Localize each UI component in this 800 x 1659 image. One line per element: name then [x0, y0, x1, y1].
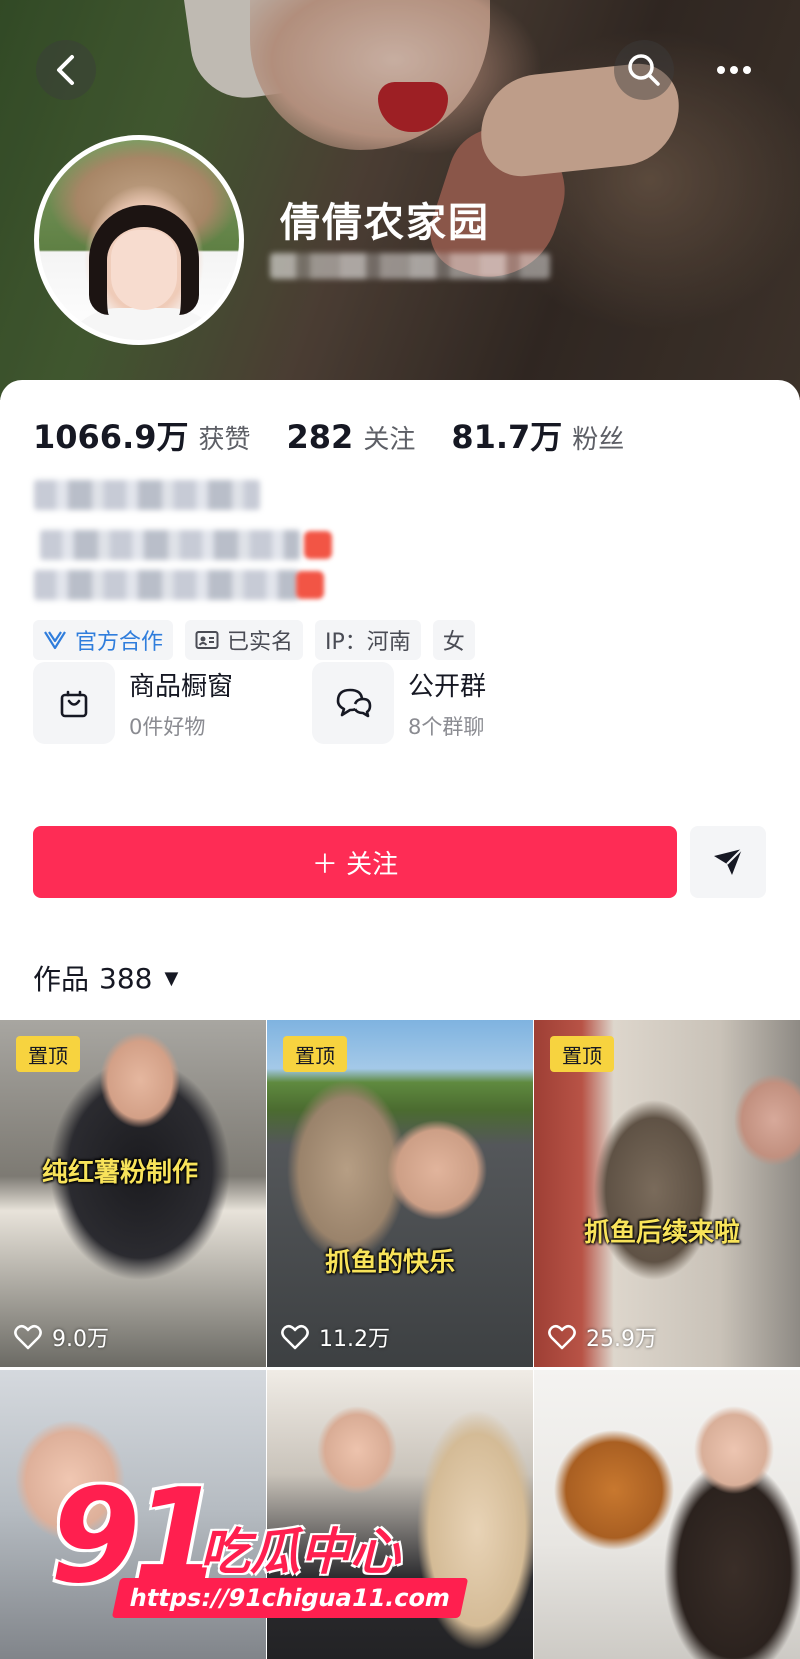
share-button[interactable]: [690, 826, 766, 898]
douyin-id-blurred: [270, 253, 550, 279]
followers-count[interactable]: 81.7万: [451, 412, 562, 458]
showcase-subtitle: 0件好物: [129, 714, 206, 739]
watermark-text: 吃瓜中心: [200, 1523, 400, 1581]
video-caption: 抓鱼后续来啦: [584, 1218, 741, 1248]
verified-tag[interactable]: 已实名: [185, 620, 304, 660]
group-subtitle: 8个群聊: [408, 714, 485, 739]
avatar[interactable]: [34, 135, 244, 345]
video-tile[interactable]: [534, 1370, 800, 1659]
followers-label: 粉丝: [572, 425, 625, 455]
heart-outline-icon: [281, 1324, 309, 1350]
search-icon: [628, 54, 660, 86]
heart-emoji-icon: [304, 531, 332, 559]
tag-row: 官方合作 已实名 IP：河南 女: [33, 620, 475, 660]
stats-row: 1066.9万 获赞 282 关注 81.7万 粉丝: [33, 412, 660, 458]
more-dots-icon: [717, 66, 751, 74]
shopping-bag-icon: [60, 690, 88, 718]
id-card-icon: [195, 631, 219, 649]
official-partner-icon: [44, 631, 66, 650]
paper-plane-icon: [714, 848, 743, 875]
pinned-badge: 置顶: [283, 1036, 347, 1072]
pinned-badge: 置顶: [16, 1036, 80, 1072]
heart-emoji-icon: [296, 571, 324, 599]
video-likes: 25.9万: [548, 1321, 657, 1353]
works-label: 作品: [33, 963, 90, 996]
search-button[interactable]: [614, 40, 674, 100]
video-caption: 抓鱼的快乐: [325, 1248, 456, 1278]
nickname: 倩倩农家园: [280, 200, 490, 246]
bio-line-blurred: [34, 570, 299, 600]
site-watermark: 91 吃瓜中心 https://91chigua11.com: [50, 1460, 469, 1630]
official-partner-tag[interactable]: 官方合作: [33, 620, 174, 660]
video-likes: 11.2万: [281, 1321, 390, 1353]
more-button[interactable]: [704, 40, 764, 100]
caret-down-icon: ▼: [164, 967, 179, 989]
video-tile[interactable]: 置顶 纯红薯粉制作 9.0万: [0, 1020, 266, 1367]
product-showcase-entry[interactable]: 商品橱窗 0件好物: [33, 662, 233, 744]
gender-tag: 女: [432, 620, 475, 660]
chat-bubbles-icon: [336, 688, 372, 718]
following-label: 关注: [363, 425, 416, 455]
showcase-title: 商品橱窗: [129, 671, 234, 702]
video-tile[interactable]: 置顶 抓鱼后续来啦 25.9万: [534, 1020, 800, 1367]
video-caption: 纯红薯粉制作: [42, 1158, 199, 1188]
works-count: 388: [99, 961, 153, 995]
pinned-badge: 置顶: [550, 1036, 614, 1072]
follow-button[interactable]: ＋ 关注: [33, 826, 677, 898]
likes-count[interactable]: 1066.9万: [33, 412, 189, 458]
likes-label: 获赞: [198, 425, 251, 455]
watermark-url: https://91chigua11.com: [111, 1578, 469, 1618]
heart-outline-icon: [548, 1324, 576, 1350]
following-count[interactable]: 282: [287, 418, 354, 456]
ip-location-tag: IP：河南: [315, 620, 421, 660]
chevron-left-icon: [57, 55, 74, 85]
group-title: 公开群: [408, 671, 487, 702]
video-tile[interactable]: 置顶 抓鱼的快乐 11.2万: [267, 1020, 533, 1367]
bio-line-blurred: [40, 530, 300, 560]
video-likes: 9.0万: [14, 1321, 109, 1353]
back-button[interactable]: [36, 40, 96, 100]
public-group-entry[interactable]: 公开群 8个群聊: [312, 662, 486, 744]
bio-line-blurred: [34, 480, 260, 510]
heart-outline-icon: [14, 1324, 42, 1350]
works-tab[interactable]: 作品 388 ▼: [33, 958, 178, 998]
